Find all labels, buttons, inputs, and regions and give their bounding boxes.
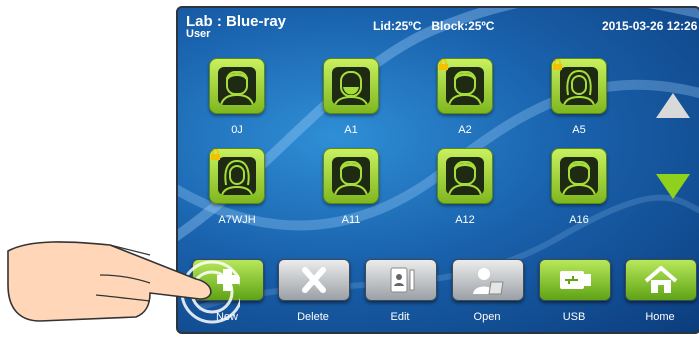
lab-name: Lab : Blue-ray	[186, 13, 287, 30]
pointing-hand-illustration	[7, 241, 240, 324]
open-user-icon	[473, 268, 504, 295]
user-name: A2	[458, 124, 472, 136]
usb-label: USB	[562, 311, 586, 323]
date-time: 2015-03-26 12:26	[602, 19, 698, 33]
female-user-icon	[221, 159, 253, 195]
user-tile-0j[interactable]: 0J	[192, 58, 282, 136]
male-user-icon	[448, 161, 482, 195]
user-avatar[interactable]	[323, 58, 379, 114]
edit-label: Edit	[390, 311, 410, 323]
temperature-readout: Lid:25ºC Block:25ºC	[373, 19, 495, 33]
scroll-up-arrow-icon[interactable]	[656, 93, 690, 118]
user-tile-a1[interactable]: A1	[306, 58, 396, 136]
edit-button[interactable]	[365, 259, 437, 301]
male-user-icon	[448, 71, 482, 105]
edit-icon	[390, 267, 415, 293]
home-icon	[644, 266, 678, 293]
home-label: Home	[645, 311, 675, 323]
user-avatar[interactable]	[551, 148, 607, 204]
user-avatar[interactable]	[437, 58, 493, 114]
user-label: User	[186, 28, 211, 40]
male-user-icon	[334, 161, 368, 195]
user-name: A11	[341, 214, 361, 226]
lock-icon	[553, 59, 562, 70]
user-avatar[interactable]	[323, 148, 379, 204]
bearded-user-icon	[334, 71, 368, 105]
usb-icon	[560, 271, 591, 289]
lock-icon	[439, 59, 448, 70]
user-avatar[interactable]	[209, 58, 265, 114]
header: Lab : Blue-ray User	[186, 14, 286, 40]
touchscreen: Lab : Blue-ray User Lid:25ºC Block:25ºC …	[176, 6, 699, 334]
user-name: 0J	[231, 124, 243, 136]
close-icon	[302, 267, 326, 293]
user-name: A12	[455, 214, 475, 226]
user-name: A1	[344, 124, 358, 136]
user-tile-a5[interactable]: A5	[534, 58, 624, 136]
user-avatar[interactable]	[437, 148, 493, 204]
user-name: A5	[572, 124, 586, 136]
male-user-icon	[220, 71, 254, 105]
user-avatar[interactable]	[209, 148, 265, 204]
user-tile-a2[interactable]: A2	[420, 58, 510, 136]
male-user-icon	[562, 161, 596, 195]
user-tile-a16[interactable]: A16	[534, 148, 624, 226]
scroll-down-arrow-icon[interactable]	[656, 174, 690, 199]
user-name: A16	[569, 214, 589, 226]
user-tile-a11[interactable]: A11	[306, 148, 396, 226]
user-avatar[interactable]	[551, 58, 607, 114]
user-tile-a12[interactable]: A12	[420, 148, 510, 226]
delete-label: Delete	[297, 311, 329, 323]
user-tile-a7wjh[interactable]: A7WJH	[192, 148, 282, 226]
female-user-icon	[563, 69, 595, 105]
delete-button[interactable]	[278, 259, 350, 301]
open-label: Open	[473, 311, 501, 323]
open-button[interactable]	[452, 259, 524, 301]
lock-icon	[211, 149, 220, 160]
home-button[interactable]	[625, 259, 697, 301]
usb-button[interactable]	[539, 259, 611, 301]
